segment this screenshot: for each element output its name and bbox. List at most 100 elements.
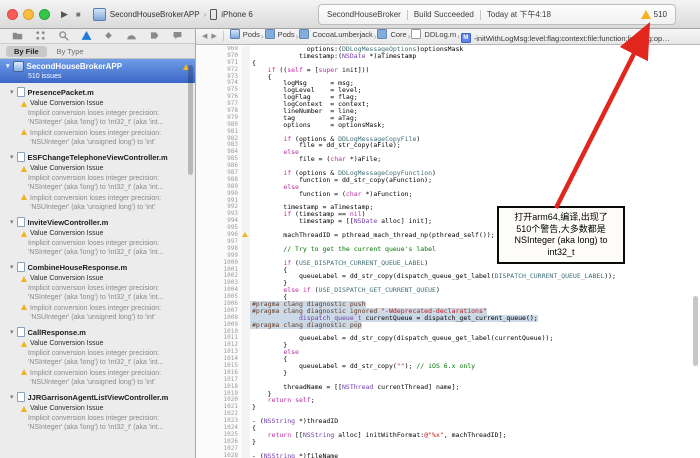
code-text: machThreadID = pthread_mach_thread_np(pt… bbox=[250, 232, 495, 239]
issue-file-row[interactable]: ▾CombineHouseResponse.m bbox=[0, 261, 195, 273]
breakpoint-navigator-icon[interactable] bbox=[149, 30, 160, 41]
gutter-ribbon bbox=[242, 397, 250, 404]
issue-row[interactable]: Value Conversion Issue bbox=[0, 164, 195, 173]
gutter-ribbon bbox=[242, 384, 250, 391]
disclosure-triangle-icon[interactable]: ▾ bbox=[10, 89, 14, 96]
gutter-ribbon bbox=[242, 115, 250, 122]
issue-row[interactable]: Value Conversion Issue bbox=[0, 99, 195, 108]
toolbar: ▶ ■ SecondHouseBrokerAPP › iPhone 6 Seco… bbox=[0, 0, 700, 29]
gutter-ribbon bbox=[242, 287, 250, 294]
gutter-ribbon bbox=[242, 363, 250, 370]
gutter-ribbon bbox=[242, 191, 250, 198]
gutter-ribbon bbox=[242, 204, 250, 211]
file-issue-group: ▾JJRGarrisonAgentListViewController.mVal… bbox=[0, 391, 195, 433]
app-icon bbox=[93, 8, 106, 21]
scheme-name: SecondHouseBrokerAPP bbox=[110, 10, 200, 19]
gutter-ribbon bbox=[242, 87, 250, 94]
filter-tab-by-file[interactable]: By File bbox=[6, 46, 47, 57]
disclosure-triangle-icon[interactable]: ▾ bbox=[10, 219, 14, 226]
code-line: 1025 return [[NSString alloc] initWithFo… bbox=[196, 432, 700, 439]
minimize-button[interactable] bbox=[23, 9, 34, 20]
breadcrumb-item[interactable]: CocoaLumberjack bbox=[299, 29, 372, 39]
issue-row[interactable]: Implicit conversion loses integer precis… bbox=[0, 193, 195, 213]
warning-count-badge[interactable]: 510 bbox=[641, 10, 667, 19]
issue-row[interactable]: Value Conversion Issue bbox=[0, 274, 195, 283]
symbol-navigator-icon[interactable] bbox=[35, 30, 46, 41]
issue-description: Implicit conversion loses integer precis… bbox=[30, 304, 189, 322]
issue-file-row[interactable]: ▾CallResponse.m bbox=[0, 326, 195, 338]
filter-tab-by-type[interactable]: By Type bbox=[49, 46, 92, 57]
issue-file-row[interactable]: ▾InviteViewController.m bbox=[0, 216, 195, 228]
breadcrumb-item[interactable]: M-initWithLogMsg:level:flag:context:file… bbox=[461, 33, 670, 43]
breadcrumb-item[interactable]: Core bbox=[377, 29, 406, 39]
issue-description[interactable]: Implicit conversion loses integer precis… bbox=[0, 283, 195, 303]
issue-description[interactable]: Implicit conversion loses integer precis… bbox=[0, 348, 195, 368]
issue-file-row[interactable]: ▾ESFChangeTelephoneViewController.m bbox=[0, 151, 195, 163]
code-text: threadName = [[NSThread currentThread] n… bbox=[250, 384, 459, 391]
editor-scrollbar[interactable] bbox=[693, 296, 698, 366]
breadcrumb-label: Pods bbox=[278, 30, 295, 39]
issue-file-row[interactable]: ▾JJRGarrisonAgentListViewController.m bbox=[0, 391, 195, 403]
breadcrumb-item[interactable]: Pods bbox=[230, 29, 260, 39]
issue-row[interactable]: Value Conversion Issue bbox=[0, 229, 195, 238]
file-issue-group: ▾InviteViewController.mValue Conversion … bbox=[0, 216, 195, 258]
project-root-row[interactable]: ▾ SecondHouseBrokerAPP 510 issues bbox=[0, 59, 195, 83]
issue-description[interactable]: Implicit conversion loses integer precis… bbox=[0, 108, 195, 128]
warning-icon bbox=[21, 406, 27, 412]
gutter-ribbon bbox=[242, 225, 250, 232]
test-navigator-icon[interactable] bbox=[103, 30, 114, 41]
back-button[interactable]: ◀ bbox=[202, 32, 207, 40]
issues-count: 510 issues bbox=[6, 73, 189, 80]
issue-description[interactable]: Implicit conversion loses integer precis… bbox=[0, 413, 195, 433]
breadcrumb-item[interactable]: DDLog.m bbox=[411, 29, 456, 39]
issue-navigator-icon[interactable] bbox=[81, 30, 92, 41]
gutter-ribbon bbox=[242, 142, 250, 149]
run-button[interactable]: ▶ bbox=[61, 10, 68, 19]
issue-file-row[interactable]: ▾ PresencePacket.m bbox=[0, 86, 195, 98]
gutter-ribbon bbox=[242, 439, 250, 446]
gutter-ribbon bbox=[242, 301, 250, 308]
status-project: SecondHouseBroker bbox=[327, 10, 401, 19]
issue-row[interactable]: Value Conversion Issue bbox=[0, 339, 195, 348]
issue-description[interactable]: Implicit conversion loses integer precis… bbox=[0, 238, 195, 258]
disclosure-triangle-icon[interactable]: ▾ bbox=[10, 264, 14, 271]
find-navigator-icon[interactable] bbox=[58, 30, 69, 41]
zoom-button[interactable] bbox=[39, 9, 50, 20]
gutter-ribbon bbox=[242, 453, 250, 458]
stop-button[interactable]: ■ bbox=[76, 10, 81, 19]
issue-row[interactable]: Implicit conversion loses integer precis… bbox=[0, 368, 195, 388]
debug-navigator-icon[interactable] bbox=[126, 30, 137, 41]
file-issue-group: ▾PresencePacket.mValue Conversion IssueI… bbox=[0, 86, 195, 148]
disclosure-triangle-icon[interactable]: ▾ bbox=[10, 154, 14, 161]
line-warning-icon[interactable] bbox=[242, 232, 248, 237]
breadcrumb-item[interactable]: Pods bbox=[265, 29, 295, 39]
issue-navigator[interactable]: ▾ SecondHouseBrokerAPP 510 issues ▾ Prese… bbox=[0, 59, 195, 458]
sidebar-scrollbar[interactable] bbox=[188, 65, 193, 175]
warning-count: 510 bbox=[654, 10, 667, 19]
issue-description: Implicit conversion loses integer precis… bbox=[30, 369, 189, 387]
code-line: 1016 } bbox=[196, 370, 700, 377]
gutter-ribbon bbox=[242, 446, 250, 453]
issue-row[interactable]: Implicit conversion loses integer precis… bbox=[0, 128, 195, 148]
folder-icon bbox=[265, 29, 275, 39]
file-name: PresencePacket.m bbox=[28, 88, 94, 97]
disclosure-triangle-icon[interactable]: ▾ bbox=[10, 394, 14, 401]
forward-button[interactable]: ▶ bbox=[211, 32, 216, 40]
report-navigator-icon[interactable] bbox=[172, 30, 183, 41]
disclosure-triangle-icon[interactable]: ▾ bbox=[6, 63, 10, 70]
pane-divider[interactable] bbox=[195, 28, 196, 458]
issue-title: Value Conversion Issue bbox=[30, 275, 103, 282]
folder-icon bbox=[377, 29, 387, 39]
issue-description[interactable]: Implicit conversion loses integer precis… bbox=[0, 173, 195, 193]
gutter-ribbon bbox=[242, 329, 250, 336]
issue-row[interactable]: Implicit conversion loses integer precis… bbox=[0, 303, 195, 323]
project-navigator-icon[interactable] bbox=[12, 30, 23, 41]
code-line: 970 timestamp:(NSDate *)aTimestamp bbox=[196, 53, 700, 60]
issue-title: Value Conversion Issue bbox=[30, 165, 103, 172]
disclosure-triangle-icon[interactable]: ▾ bbox=[10, 329, 14, 336]
issue-title: Value Conversion Issue bbox=[30, 340, 103, 347]
scheme-selector[interactable]: SecondHouseBrokerAPP › iPhone 6 bbox=[93, 8, 253, 21]
close-button[interactable] bbox=[7, 9, 18, 20]
project-icon bbox=[13, 61, 24, 72]
issue-row[interactable]: Value Conversion Issue bbox=[0, 404, 195, 413]
